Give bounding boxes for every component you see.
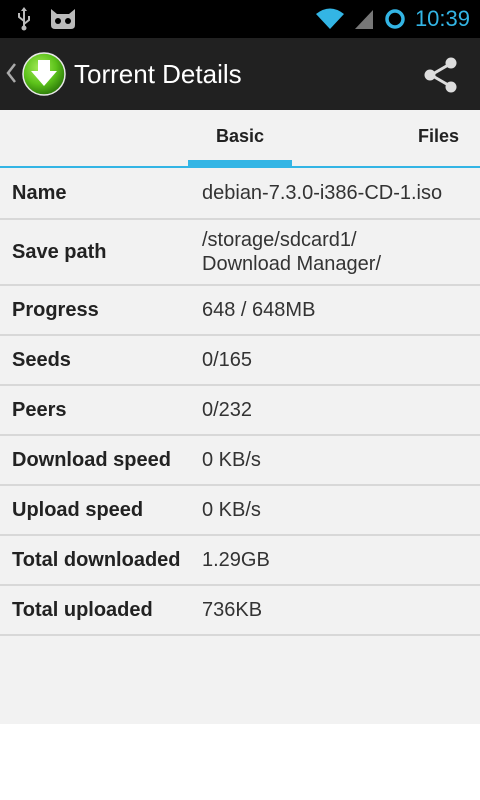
detail-label: Save path <box>12 240 107 263</box>
detail-label: Progress <box>12 298 99 321</box>
detail-row-name: Name debian-7.3.0-i386-CD-1.iso <box>0 168 480 220</box>
detail-value: 0/232 <box>202 399 253 421</box>
detail-value: 0 KB/s <box>202 449 261 471</box>
action-bar: Torrent Details <box>0 38 480 110</box>
detail-row-progress: Progress 648 / 648MB <box>0 286 480 336</box>
detail-row-total-uploaded: Total uploaded 736KB <box>0 586 480 636</box>
detail-value: 1.29GB <box>202 549 270 571</box>
sync-icon <box>385 9 405 29</box>
detail-label: Peers <box>12 398 67 421</box>
detail-label: Upload speed <box>12 498 144 521</box>
wifi-icon <box>315 8 344 29</box>
usb-icon <box>18 7 30 31</box>
detail-label: Download speed <box>12 448 171 471</box>
detail-row-peers: Peers 0/232 <box>0 386 480 436</box>
back-chevron-icon[interactable] <box>4 58 18 88</box>
tab-files[interactable]: Files <box>418 110 480 166</box>
clock: 10:39 <box>414 6 470 31</box>
cyanogen-mascot-icon <box>51 9 75 29</box>
status-right: 10:39 <box>315 4 470 34</box>
signal-icon <box>354 10 373 29</box>
status-left <box>16 6 78 32</box>
detail-row-upload-speed: Upload speed 0 KB/s <box>0 486 480 536</box>
status-bar: 10:39 <box>0 0 480 38</box>
tab-selected-indicator <box>188 160 292 166</box>
detail-row-seeds: Seeds 0/165 <box>0 336 480 386</box>
detail-row-total-downloaded: Total downloaded 1.29GB <box>0 536 480 586</box>
detail-label: Total downloaded <box>12 548 181 571</box>
download-logo-icon[interactable] <box>22 52 66 96</box>
detail-label: Name <box>12 181 67 204</box>
share-icon[interactable] <box>422 56 460 94</box>
details-list: Name debian-7.3.0-i386-CD-1.iso Save pat… <box>0 168 480 724</box>
detail-row-save-path: Save path /storage/sdcard1/ Download Man… <box>0 220 480 286</box>
detail-label: Seeds <box>12 348 71 371</box>
tab-basic[interactable]: Basic <box>188 110 292 166</box>
detail-value: 0 KB/s <box>202 499 261 521</box>
page-title: Torrent Details <box>74 59 242 89</box>
detail-value: 648 / 648MB <box>202 299 316 321</box>
tab-bar: Basic Files <box>0 110 480 168</box>
detail-value: debian-7.3.0-i386-CD-1.iso <box>202 182 443 204</box>
detail-value: 0/165 <box>202 349 253 371</box>
detail-row-download-speed: Download speed 0 KB/s <box>0 436 480 486</box>
detail-value: 736KB <box>202 599 263 621</box>
detail-value: /storage/sdcard1/ Download Manager/ <box>202 229 381 275</box>
detail-label: Total uploaded <box>12 598 153 621</box>
